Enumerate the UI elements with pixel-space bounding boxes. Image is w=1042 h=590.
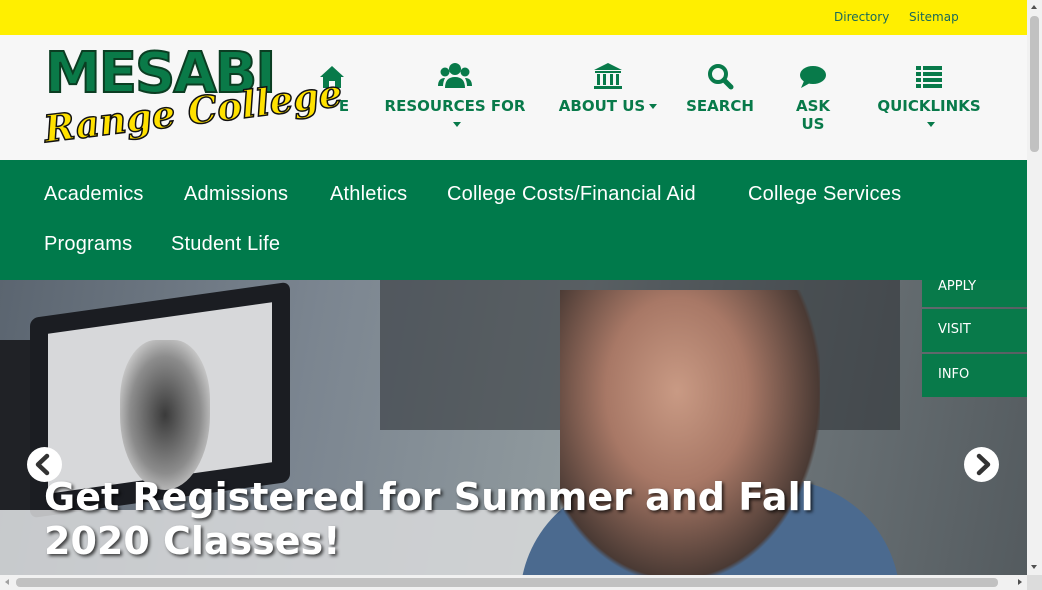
nav-about-label: ABOUT US: [558, 97, 646, 115]
utility-bar: Directory Sitemap: [0, 0, 1027, 35]
college-logo[interactable]: MESABI Range College: [41, 44, 346, 152]
info-tab-label: INFO: [938, 367, 970, 382]
scrollbar-corner: [1027, 575, 1042, 590]
chevron-right-icon: [964, 447, 999, 482]
nav-search-label: SEARCH: [686, 97, 754, 115]
main-nav-athletics[interactable]: Athletics: [330, 183, 407, 206]
nav-about-us[interactable]: ABOUT US: [558, 60, 658, 115]
main-nav: Academics Admissions Athletics College C…: [0, 160, 1027, 280]
search-icon: [708, 64, 734, 90]
vertical-scroll-thumb[interactable]: [1030, 16, 1039, 152]
scroll-right-icon[interactable]: [1018, 579, 1022, 585]
scroll-down-icon[interactable]: [1031, 565, 1037, 569]
nav-resources-label: RESOURCES FOR: [384, 97, 526, 115]
site-header: E MESABI Range College RESOURCES FOR ABO…: [0, 35, 1027, 160]
caret-down-icon: [453, 122, 461, 127]
hero-carousel: Get Registered for Summer and Fall 2020 …: [0, 280, 1027, 575]
hero-title[interactable]: Get Registered for Summer and Fall 2020 …: [44, 475, 904, 563]
list-icon: [916, 66, 942, 88]
scroll-left-icon[interactable]: [5, 579, 9, 585]
comment-icon: [800, 66, 826, 88]
main-nav-costs[interactable]: College Costs/Financial Aid: [447, 183, 696, 206]
visit-tab[interactable]: VISIT: [922, 309, 1027, 352]
caret-down-icon: [927, 122, 935, 127]
scroll-up-icon[interactable]: [1031, 5, 1037, 9]
visit-tab-label: VISIT: [938, 322, 971, 337]
main-nav-admissions[interactable]: Admissions: [184, 183, 288, 206]
hero-photo-artwork: [120, 340, 210, 490]
carousel-next-button[interactable]: [964, 447, 999, 482]
users-icon: [438, 63, 472, 88]
directory-link[interactable]: Directory: [834, 10, 889, 24]
nav-search[interactable]: SEARCH: [686, 60, 754, 115]
main-nav-programs[interactable]: Programs: [44, 233, 132, 256]
sitemap-link[interactable]: Sitemap: [909, 10, 959, 24]
nav-quicklinks-label: QUICKLINKS: [877, 97, 981, 115]
info-tab[interactable]: INFO: [922, 354, 1027, 397]
apply-tab[interactable]: APPLY: [922, 280, 1027, 307]
carousel-prev-button[interactable]: [27, 447, 62, 482]
nav-ask-us[interactable]: ASK US: [782, 60, 844, 133]
vertical-scrollbar[interactable]: [1027, 0, 1042, 575]
main-nav-student-life[interactable]: Student Life: [171, 233, 280, 256]
institution-icon: [594, 63, 622, 89]
caret-down-icon: [649, 104, 658, 109]
apply-tab-label: APPLY: [938, 280, 977, 294]
side-tabs: APPLY VISIT INFO: [922, 280, 1027, 399]
chevron-left-icon: [27, 447, 62, 482]
main-nav-services[interactable]: College Services: [748, 183, 901, 206]
main-nav-academics[interactable]: Academics: [44, 183, 144, 206]
horizontal-scroll-thumb[interactable]: [16, 578, 998, 587]
nav-resources-for[interactable]: RESOURCES FOR: [380, 60, 530, 133]
horizontal-scrollbar[interactable]: [0, 575, 1027, 590]
nav-quicklinks[interactable]: QUICKLINKS: [872, 60, 986, 133]
nav-ask-label: ASK US: [795, 97, 831, 133]
